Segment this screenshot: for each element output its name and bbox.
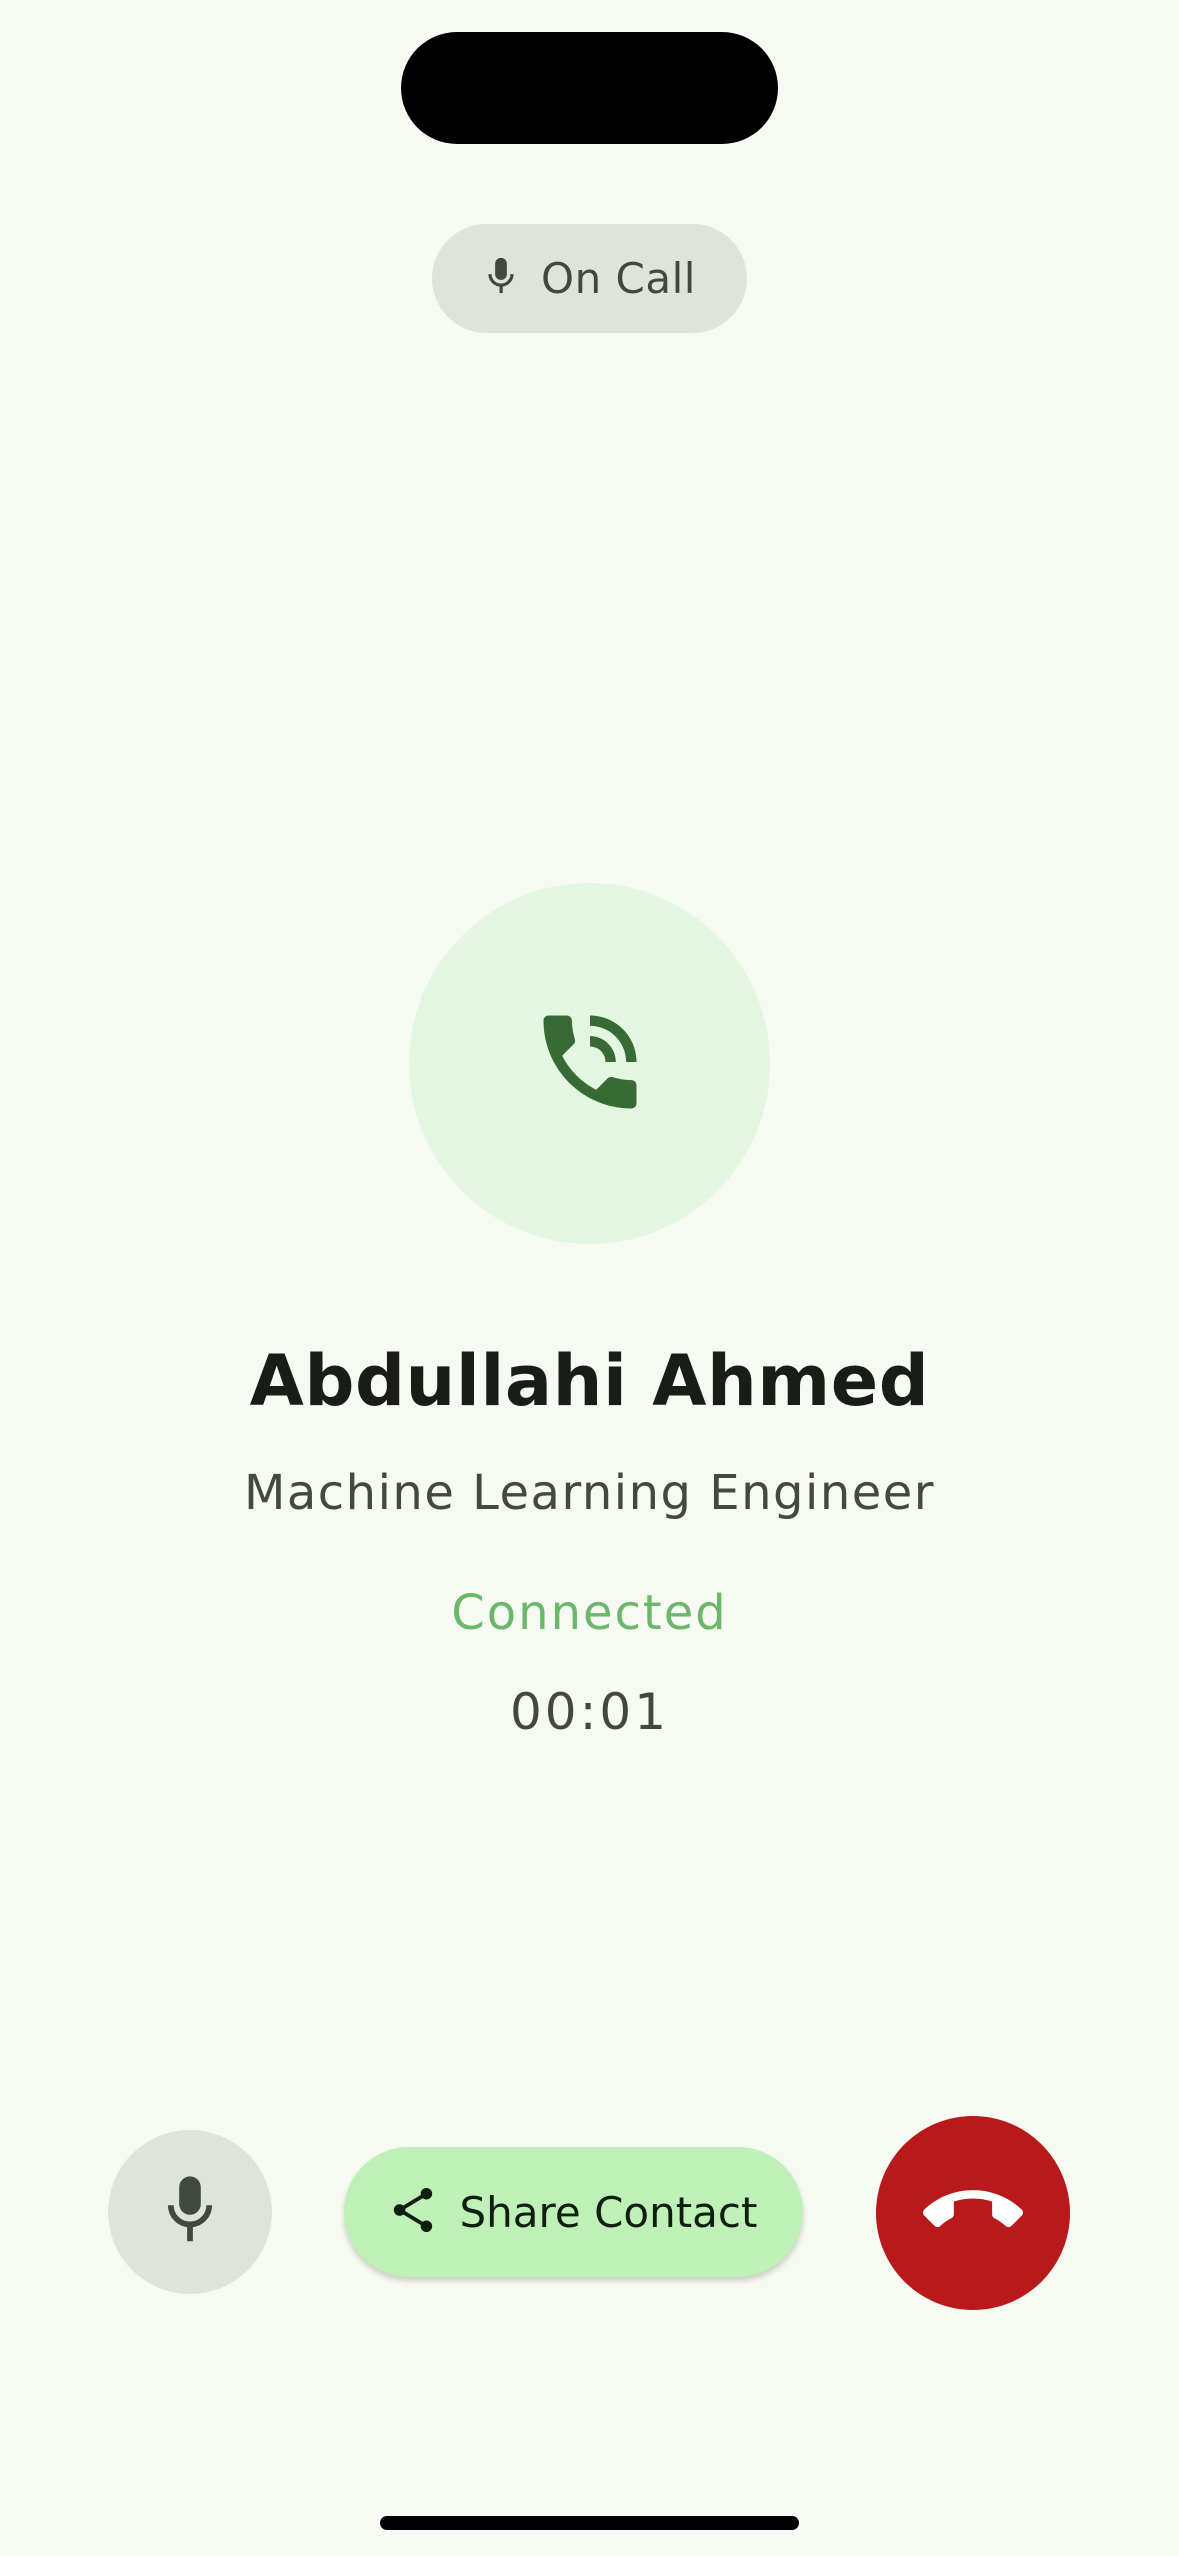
- home-indicator[interactable]: [380, 2516, 799, 2530]
- share-icon: [390, 2185, 436, 2239]
- on-call-label: On Call: [541, 254, 696, 303]
- on-call-chip[interactable]: On Call: [432, 224, 747, 333]
- mic-icon: [161, 2174, 219, 2250]
- dynamic-island: [401, 32, 778, 144]
- call-screen: On Call Abdullahi Ahmed Machine Learning…: [0, 0, 1179, 2556]
- end-call-button[interactable]: [876, 2116, 1070, 2310]
- mic-icon: [483, 255, 519, 303]
- contact-name: Abdullahi Ahmed: [249, 1340, 930, 1422]
- share-contact-label: Share Contact: [459, 2187, 758, 2237]
- phone-in-talk-icon: [528, 1000, 652, 1128]
- call-status: Connected: [451, 1585, 728, 1641]
- mute-button[interactable]: [108, 2130, 272, 2294]
- contact-title: Machine Learning Engineer: [243, 1465, 936, 1521]
- share-contact-button[interactable]: Share Contact: [344, 2147, 803, 2277]
- call-timer: 00:01: [509, 1683, 670, 1741]
- contact-avatar: [409, 883, 770, 1244]
- call-end-icon: [923, 2161, 1023, 2265]
